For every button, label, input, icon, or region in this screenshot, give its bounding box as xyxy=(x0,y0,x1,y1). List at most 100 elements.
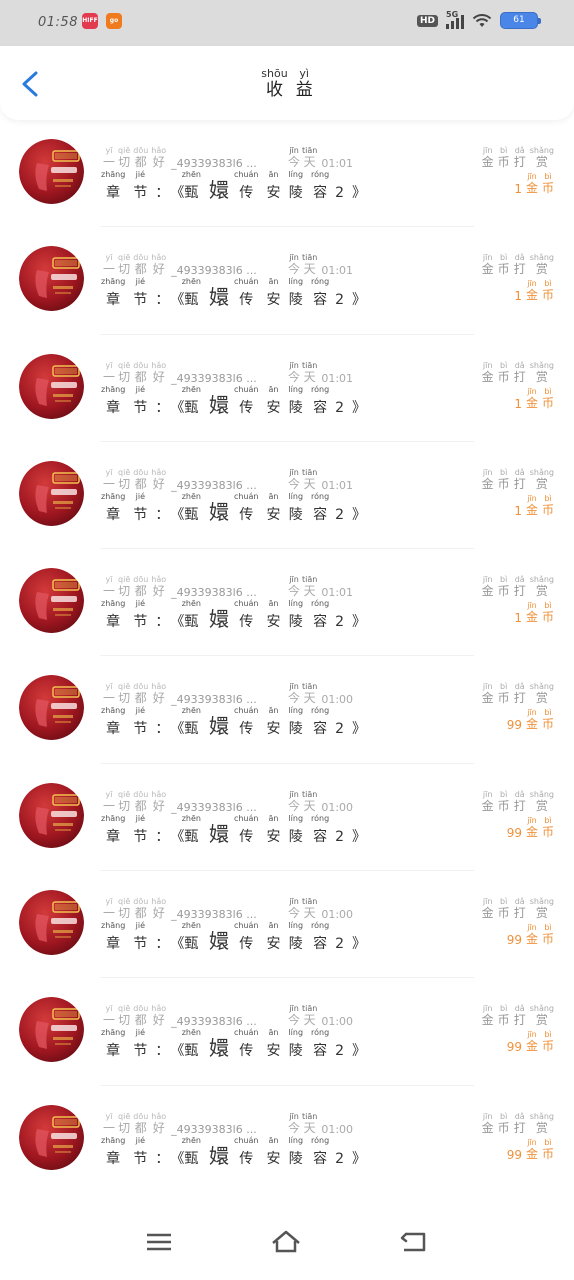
user-id: _49339383l6 ... xyxy=(171,693,257,707)
ruby-char: 币bì xyxy=(497,146,510,169)
timestamp: 今jīn天tiān01:01 xyxy=(288,253,353,277)
colon: ： xyxy=(155,292,170,309)
avatar xyxy=(19,246,84,312)
ruby-char: 陵líng xyxy=(288,599,304,631)
header: 收shōu 益yì xyxy=(0,46,574,120)
ruby-char: 好hǎo xyxy=(151,1004,167,1028)
ruby-char: 容róng xyxy=(311,277,330,309)
ruby-char: 传chuán xyxy=(233,706,259,738)
colon: ： xyxy=(155,828,170,845)
ruby-char: 陵líng xyxy=(288,491,304,523)
ruby-char: 金jīn xyxy=(525,386,538,410)
avatar xyxy=(19,997,84,1063)
ruby-char: 金jīn xyxy=(481,360,494,384)
list-item[interactable]: 一yī切qiē都dōu好hǎo _49339383l6 ... 今jīn天tiān0… xyxy=(0,764,574,872)
user-id: _49339383l6 ... xyxy=(171,908,257,922)
ruby-char: 打dǎ xyxy=(513,146,526,169)
list-item[interactable]: 一yī切qiē都dōu好hǎo _49339383l6 ... 今jīn天tiān0… xyxy=(0,656,574,765)
amount-value: 99 xyxy=(506,825,522,840)
ruby-char: 好hǎo xyxy=(151,146,167,169)
ruby-char: 币bì xyxy=(541,815,554,839)
list-item[interactable]: 一yī切qiē都dōu好hǎo _49339383l6 ... 今jīn天tiān0… xyxy=(0,120,574,228)
ruby-char: 甄zhēn xyxy=(181,491,201,523)
ruby-char: 传chuán xyxy=(233,1028,259,1060)
ruby-char: 金jīn xyxy=(525,1030,538,1054)
amount-value: 99 xyxy=(506,718,522,733)
ruby-char: 天tiān xyxy=(302,253,318,277)
coin-amount: 99 金jīn币bì xyxy=(507,816,554,840)
ruby-char: 甄zhēn xyxy=(181,921,201,953)
list-item[interactable]: 一yī切qiē都dōu好hǎo _49339383l6 ... 今jīn天tiān0… xyxy=(0,978,574,1086)
ruby-char: 安ān xyxy=(266,599,281,631)
list-item[interactable]: 一yī切qiē都dōu好hǎo _49339383l6 ... 今jīn天tiān0… xyxy=(0,549,574,657)
list-item[interactable]: 一yī切qiē都dōu好hǎo _49339383l6 ... 今jīn天tiān0… xyxy=(0,871,574,979)
ruby-char: 切qiē xyxy=(118,253,131,277)
ruby-char: 今jīn xyxy=(288,897,301,921)
ruby-char: 天tiān xyxy=(302,789,318,813)
tip-label: 金jīn币bì打dǎ赏shǎng xyxy=(478,790,554,814)
ruby-char: 容róng xyxy=(311,921,330,953)
ruby-char: 节jié xyxy=(133,170,148,201)
ruby-char: 章zhāng xyxy=(101,1135,126,1167)
ruby-char: 陵líng xyxy=(288,813,304,845)
list-item[interactable]: 一yī切qiē都dōu好hǎo _49339383l6 ... 今jīn天tiān0… xyxy=(0,227,574,335)
tip-label: 金jīn币bì打dǎ赏shǎng xyxy=(478,146,554,170)
ruby-char: 币bì xyxy=(497,467,510,491)
hd-badge: HD xyxy=(416,14,438,27)
ruby-char: 赏shǎng xyxy=(529,789,554,813)
avatar xyxy=(19,675,84,741)
ruby-char: 打dǎ xyxy=(513,1111,526,1135)
user-id: _49339383l6 ... xyxy=(171,371,257,385)
amount-value: 99 xyxy=(506,1147,522,1162)
tip-label: 金jīn币bì打dǎ赏shǎng xyxy=(478,575,554,599)
ruby-char: 安ān xyxy=(266,706,281,738)
close-quote: 》 xyxy=(352,1043,367,1060)
list-item[interactable]: 一yī切qiē都dōu好hǎo _49339383l6 ... 今jīn天tiān0… xyxy=(0,1086,574,1194)
time-value: 01:00 xyxy=(321,1015,354,1029)
ruby-char: 金jīn xyxy=(525,172,538,195)
ruby-char: 打dǎ xyxy=(513,467,526,491)
list-item[interactable]: 一yī切qiē都dōu好hǎo _49339383l6 ... 今jīn天tiān0… xyxy=(0,442,574,550)
time-value: 01:01 xyxy=(321,586,354,600)
coin-amount: 1 金jīn币bì xyxy=(514,279,554,303)
ruby-char: 容róng xyxy=(311,599,330,631)
coin-amount: 1 金jīn币bì xyxy=(514,601,554,625)
tip-label: 金jīn币bì打dǎ赏shǎng xyxy=(478,682,554,706)
ruby-char: 币bì xyxy=(497,1004,510,1028)
ruby-char: 一yī xyxy=(103,467,116,491)
menu-icon[interactable] xyxy=(143,1228,175,1256)
time-value: 01:01 xyxy=(321,264,354,278)
ruby-char: 币bì xyxy=(541,1030,554,1054)
bottom-navigation xyxy=(0,1192,574,1280)
title-char: 益yì xyxy=(295,67,313,100)
ruby-char: 赏shǎng xyxy=(529,1111,554,1135)
colon: ： xyxy=(155,721,170,738)
amount-value: 1 xyxy=(514,503,522,518)
ruby-char: 打dǎ xyxy=(513,575,526,599)
ruby-char: 金jīn xyxy=(525,1137,538,1161)
time-value: 01:01 xyxy=(321,478,354,492)
list-item[interactable]: 一yī切qiē都dōu好hǎo _49339383l6 ... 今jīn天tiān0… xyxy=(0,335,574,443)
ruby-char: 安ān xyxy=(266,491,281,523)
time-value: 01:00 xyxy=(321,1122,354,1136)
title-char: 收shōu xyxy=(261,67,288,100)
ruby-char: 今jīn xyxy=(288,682,301,706)
ruby-char: 币bì xyxy=(497,897,510,921)
chapter-title: 章zhāng节jié： 《甄zhēn嬛 传chuán安ān陵líng容róng2 》 xyxy=(101,170,366,203)
ruby-char: 节jié xyxy=(133,599,148,631)
ruby-char: 安ān xyxy=(266,921,281,953)
back-icon[interactable] xyxy=(398,1228,430,1256)
tip-label: 金jīn币bì打dǎ赏shǎng xyxy=(478,468,554,492)
ruby-char: 今jīn xyxy=(288,253,301,277)
close-quote: 》 xyxy=(352,292,367,309)
ruby-char: 陵líng xyxy=(288,277,304,309)
ruby-char: 都dōu xyxy=(133,789,149,813)
user-id: _49339383l6 ... xyxy=(171,157,257,170)
network-label: 5G xyxy=(446,9,459,19)
home-icon[interactable] xyxy=(270,1228,302,1256)
close-quote: 》 xyxy=(352,721,367,738)
amount-value: 99 xyxy=(506,1040,522,1055)
time-value: 01:01 xyxy=(321,371,354,385)
avatar xyxy=(19,460,84,526)
time-value: 01:01 xyxy=(321,157,354,170)
